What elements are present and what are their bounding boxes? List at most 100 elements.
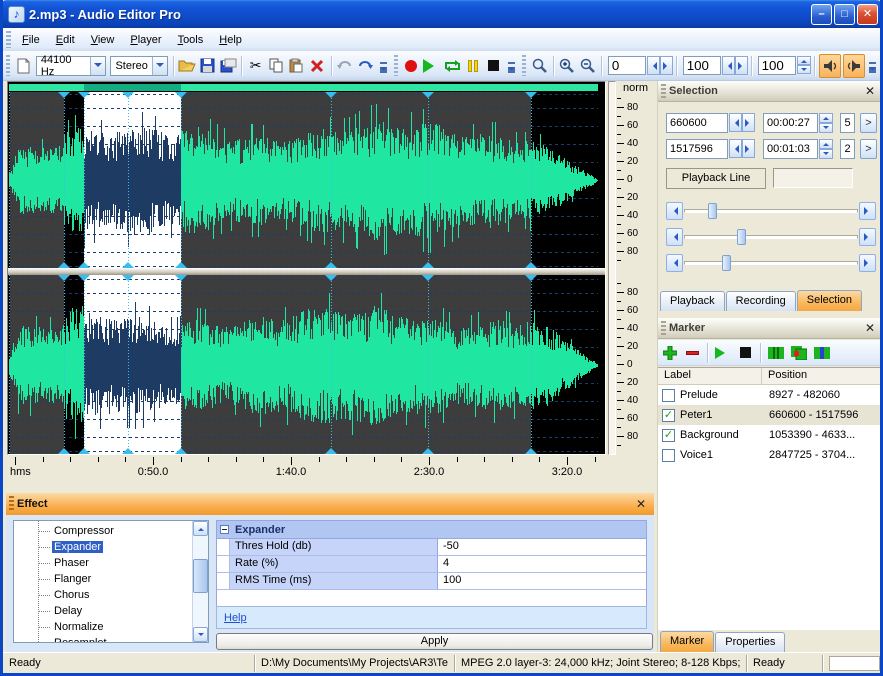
sample-rate-combo[interactable]: 44100 Hz <box>36 56 107 76</box>
tab-marker[interactable]: Marker <box>660 631 714 652</box>
selection-slider-1[interactable] <box>666 202 876 220</box>
zoom-in-icon[interactable] <box>557 54 578 78</box>
slider-thumb[interactable] <box>737 229 746 245</box>
marker-row[interactable]: ✓Background1053390 - 4633... <box>658 425 883 445</box>
effect-list[interactable]: CompressorExpanderPhaserFlangerChorusDel… <box>13 520 209 643</box>
slider-track[interactable] <box>684 261 858 265</box>
selection-slider-2[interactable] <box>666 228 876 246</box>
volume-left-field[interactable] <box>683 56 721 75</box>
volume-right-field[interactable] <box>758 56 796 75</box>
menu-item-help[interactable]: Help <box>211 31 250 49</box>
zoom-out-icon[interactable] <box>577 54 598 78</box>
effect-grip[interactable] <box>9 496 14 511</box>
menu-item-edit[interactable]: Edit <box>48 31 83 49</box>
waveform-channel-left[interactable] <box>9 92 598 268</box>
effect-item-compressor[interactable]: Compressor <box>14 523 192 539</box>
playback-line-field[interactable] <box>773 168 853 188</box>
slider-thumb[interactable] <box>708 203 717 219</box>
menu-grip[interactable] <box>6 31 11 47</box>
marker-list-header[interactable]: Label Position <box>658 368 883 385</box>
apply-button[interactable]: Apply <box>216 633 653 650</box>
selection-start-spinner[interactable] <box>729 113 755 133</box>
marker-panel-header[interactable]: Marker ✕ <box>658 318 883 339</box>
tab-playback[interactable]: Playback <box>660 291 725 311</box>
waveform-channel-right[interactable] <box>9 275 598 454</box>
selection-end-spinner[interactable] <box>729 139 755 159</box>
range-region-icon[interactable] <box>810 342 833 364</box>
speaker-right-icon[interactable] <box>843 54 865 78</box>
selection-end-time-field[interactable] <box>763 139 818 159</box>
effect-item-phaser[interactable]: Phaser <box>14 555 192 571</box>
playback-line-button[interactable]: Playback Line <box>666 168 766 189</box>
effect-list-scrollbar[interactable] <box>192 521 208 642</box>
play-icon[interactable] <box>422 54 443 78</box>
marker-checkbox[interactable] <box>662 449 675 462</box>
time-ruler[interactable]: hms 0:50.01:40.02:30.03:20.0 <box>7 457 653 480</box>
toolbar-grip-3[interactable] <box>522 55 526 75</box>
collapse-icon[interactable] <box>220 525 229 534</box>
open-icon[interactable] <box>177 54 198 78</box>
toolbar-grip-1[interactable] <box>6 55 10 75</box>
selection-panel-header[interactable]: Selection ✕ <box>658 81 883 102</box>
channels-combo[interactable]: Stereo <box>110 56 167 76</box>
property-row[interactable]: Rate (%)4 <box>217 556 646 573</box>
effect-item-delay[interactable]: Delay <box>14 603 192 619</box>
zoom-selection-icon[interactable] <box>529 54 550 78</box>
effect-close-icon[interactable]: ✕ <box>628 497 654 511</box>
selection-start-time-spinner[interactable] <box>819 113 833 133</box>
record-icon[interactable] <box>401 54 422 78</box>
property-row[interactable]: Thres Hold (db)-50 <box>217 539 646 556</box>
selection-close-icon[interactable]: ✕ <box>857 84 883 98</box>
selection-grip[interactable] <box>661 84 666 98</box>
marker-checkbox[interactable]: ✓ <box>662 409 675 422</box>
split-region-icon[interactable] <box>764 342 787 364</box>
stop-marker-icon[interactable] <box>734 342 757 364</box>
speaker-left-icon[interactable] <box>819 54 841 78</box>
toolbar-grip-2[interactable] <box>394 55 398 75</box>
redo-icon[interactable] <box>355 54 376 78</box>
remove-marker-icon[interactable] <box>681 342 704 364</box>
menu-item-tools[interactable]: Tools <box>170 31 212 49</box>
selection-start-samples-field[interactable] <box>666 113 728 133</box>
scroll-down-icon[interactable] <box>193 627 208 642</box>
menu-item-file[interactable]: File <box>14 31 48 49</box>
volume-right-spinner[interactable] <box>797 56 811 75</box>
menu-item-player[interactable]: Player <box>122 31 169 49</box>
selection-end-samples-field[interactable] <box>666 139 728 159</box>
new-file-icon[interactable] <box>13 54 34 78</box>
effect-item-normalize[interactable]: Normalize <box>14 619 192 635</box>
volume-left-spinner[interactable] <box>722 56 748 75</box>
selection-end-go-button[interactable]: > <box>860 139 877 159</box>
slider-left-icon[interactable] <box>666 228 683 246</box>
slider-thumb[interactable] <box>722 255 731 271</box>
selection-end-time-spinner[interactable] <box>819 139 833 159</box>
slider-left-icon[interactable] <box>666 202 683 220</box>
position-field[interactable] <box>608 56 646 75</box>
marker-row[interactable]: ✓Peter1660600 - 1517596 <box>658 405 883 425</box>
selection-start-time-field[interactable] <box>763 113 818 133</box>
save-all-icon[interactable] <box>218 54 239 78</box>
menu-item-view[interactable]: View <box>83 31 123 49</box>
property-value[interactable]: -50 <box>438 539 646 555</box>
marker-checkbox[interactable]: ✓ <box>662 429 675 442</box>
slider-track[interactable] <box>684 235 858 239</box>
label-column-header[interactable]: Label <box>658 368 762 384</box>
pause-icon[interactable] <box>463 54 484 78</box>
effect-item-chorus[interactable]: Chorus <box>14 587 192 603</box>
delete-icon[interactable] <box>307 54 328 78</box>
slider-right-icon[interactable] <box>859 228 876 246</box>
overview-selection-segment[interactable] <box>84 84 181 91</box>
scroll-thumb[interactable] <box>193 559 208 593</box>
loop-icon[interactable] <box>442 54 463 78</box>
merge-region-icon[interactable] <box>787 342 810 364</box>
selection-start-n-field[interactable] <box>840 113 855 133</box>
player-overflow-icon[interactable] <box>506 54 517 78</box>
minimize-button[interactable]: – <box>811 4 832 25</box>
slider-right-icon[interactable] <box>859 254 876 272</box>
play-marker-icon[interactable] <box>711 342 734 364</box>
effect-item-resamplet[interactable]: Resamplet <box>14 635 192 643</box>
waveform-frame[interactable] <box>7 81 606 455</box>
selection-start-go-button[interactable]: > <box>860 113 877 133</box>
marker-row[interactable]: Voice12847725 - 3704... <box>658 445 883 465</box>
toolbar-overflow-icon[interactable] <box>378 54 389 78</box>
